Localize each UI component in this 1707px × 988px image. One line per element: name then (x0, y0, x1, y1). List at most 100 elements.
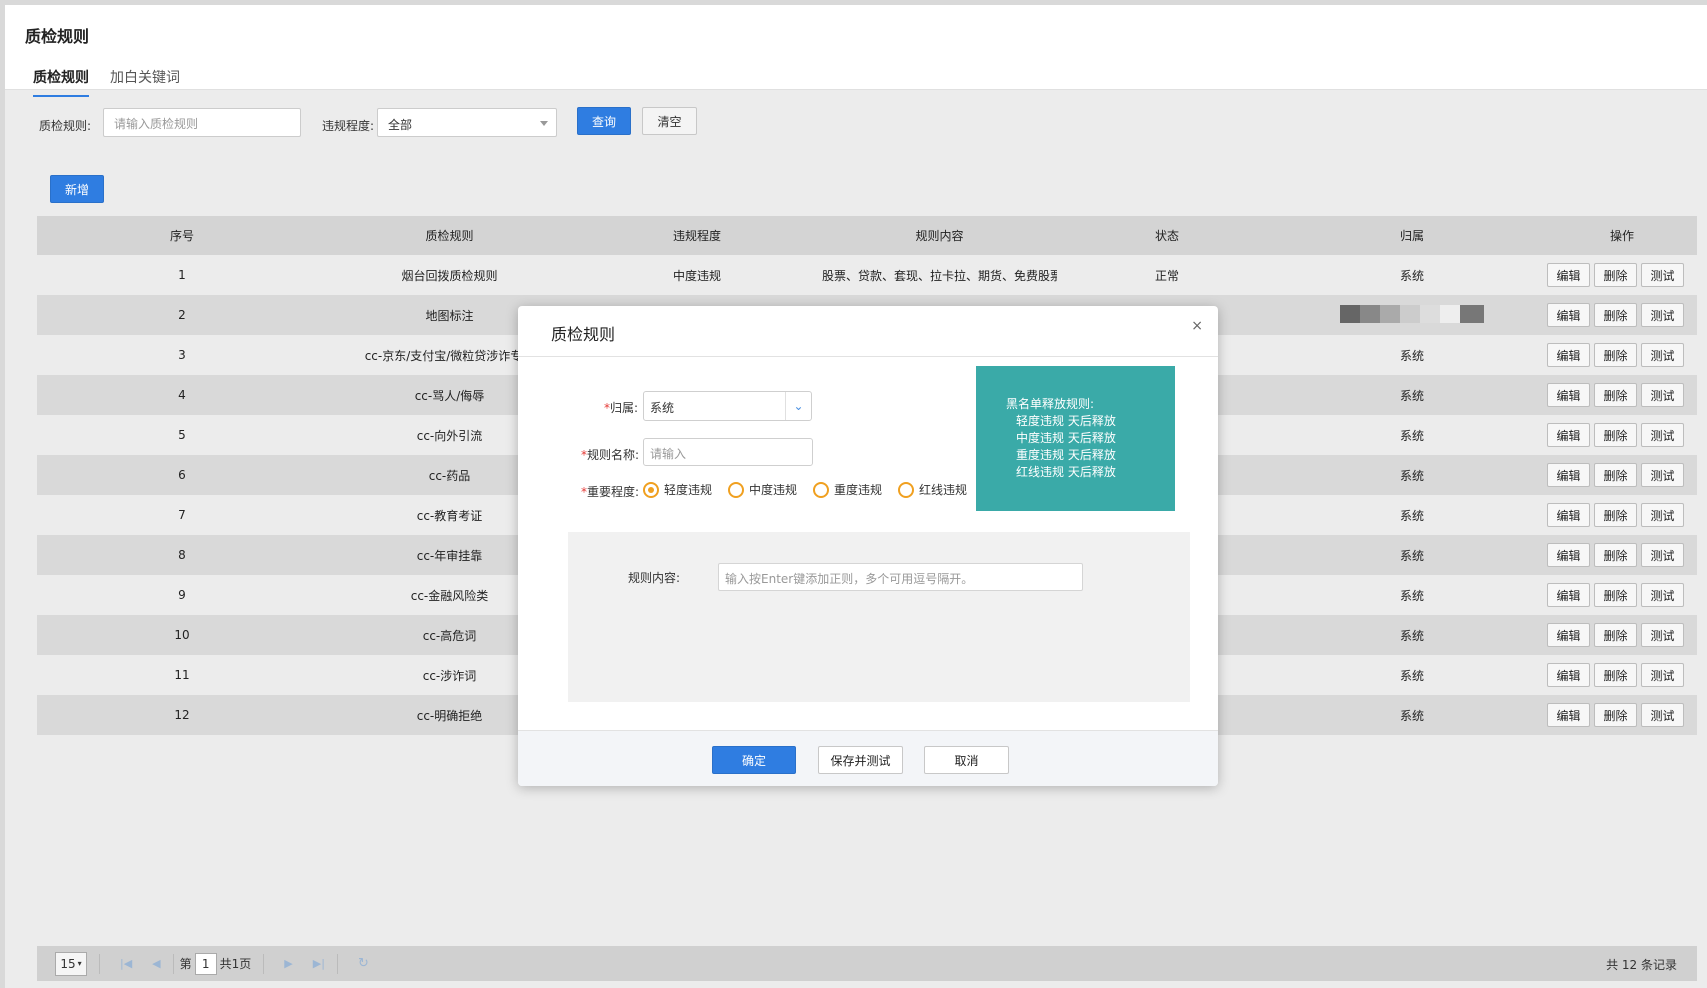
chevron-down-icon: ▾ (77, 959, 82, 968)
level-filter-value: 全部 (388, 118, 413, 132)
rule-name-input[interactable]: 请输入 (643, 438, 813, 466)
test-button[interactable]: 测试 (1641, 383, 1684, 407)
importance-radio-group: 轻度违规 中度违规 重度违规 红线违规 (643, 481, 983, 498)
page-title: 质检规则 (25, 27, 90, 46)
edit-button[interactable]: 编辑 (1547, 383, 1590, 407)
column-header: 质检规则 (425, 229, 474, 243)
edit-button[interactable]: 编辑 (1547, 543, 1590, 567)
dialog-footer: 确定 保存并测试 取消 (518, 730, 1218, 786)
row-actions: 编辑 删除 测试 (1547, 383, 1697, 407)
row-owner: 系统 (1399, 548, 1424, 563)
level-filter-select[interactable]: 全部 (377, 108, 557, 137)
tip-line: 重度违规 天后释放 (1016, 448, 1116, 462)
test-button[interactable]: 测试 (1641, 263, 1684, 287)
edit-button[interactable]: 编辑 (1547, 583, 1590, 607)
tip-line: 轻度违规 天后释放 (1016, 414, 1116, 428)
edit-button[interactable]: 编辑 (1547, 423, 1590, 447)
delete-button[interactable]: 删除 (1594, 343, 1637, 367)
test-button[interactable]: 测试 (1641, 463, 1684, 487)
chevron-down-icon (540, 121, 548, 126)
test-button[interactable]: 测试 (1641, 663, 1684, 687)
delete-button[interactable]: 删除 (1594, 503, 1637, 527)
owner-select[interactable]: 系统 ⌄ (643, 391, 812, 421)
refresh-icon[interactable]: ↻ (358, 956, 369, 971)
close-icon[interactable]: × (1191, 318, 1203, 334)
row-owner: 系统 (1399, 268, 1424, 283)
row-owner: 系统 (1399, 428, 1424, 443)
delete-button[interactable]: 删除 (1594, 703, 1637, 727)
first-page-icon[interactable]: |◀ (120, 957, 132, 970)
delete-button[interactable]: 删除 (1594, 383, 1637, 407)
delete-button[interactable]: 删除 (1594, 303, 1637, 327)
delete-button[interactable]: 删除 (1594, 583, 1637, 607)
tip-title: 黑名单释放规则: (1006, 397, 1095, 411)
next-page-icon[interactable]: ▶ (284, 957, 292, 970)
row-owner: 系统 (1399, 508, 1424, 523)
level-filter-label: 违规程度: (322, 119, 375, 133)
page-size-select[interactable]: 15 ▾ (55, 951, 87, 976)
owner-label: *归属: (603, 401, 638, 415)
row-actions: 编辑 删除 测试 (1547, 303, 1697, 327)
tip-line: 中度违规 天后释放 (1016, 431, 1116, 445)
edit-button[interactable]: 编辑 (1547, 463, 1590, 487)
row-status: 正常 (1154, 268, 1179, 283)
test-button[interactable]: 测试 (1641, 503, 1684, 527)
tab-whitelist-keywords[interactable]: 加白关键词 (110, 67, 180, 95)
page-number-input[interactable]: 1 (194, 952, 217, 975)
radio-redline-violation[interactable]: 红线违规 (898, 481, 967, 498)
test-button[interactable]: 测试 (1641, 583, 1684, 607)
confirm-button[interactable]: 确定 (712, 746, 796, 774)
pagination: 15 ▾ |◀ ◀ 第 1 共1页 ▶ ▶| ↻ 共 12 条记录 (37, 946, 1697, 981)
test-button[interactable]: 测试 (1641, 623, 1684, 647)
prev-page-icon[interactable]: ◀ (152, 957, 160, 970)
page-header: 质检规则 质检规则 加白关键词 (5, 5, 1707, 97)
edit-button[interactable]: 编辑 (1547, 623, 1590, 647)
delete-button[interactable]: 删除 (1594, 263, 1637, 287)
delete-button[interactable]: 删除 (1594, 663, 1637, 687)
test-button[interactable]: 测试 (1641, 343, 1684, 367)
row-actions: 编辑 删除 测试 (1547, 543, 1697, 567)
row-violation-level: 中度违规 (672, 268, 721, 283)
row-rule-content: 股票、贷款、套现、拉卡拉、期货、免费股票、 (822, 268, 1057, 283)
save-and-test-button[interactable]: 保存并测试 (818, 746, 903, 774)
delete-button[interactable]: 删除 (1594, 463, 1637, 487)
edit-button[interactable]: 编辑 (1547, 503, 1590, 527)
row-actions: 编辑 删除 测试 (1547, 583, 1697, 607)
row-actions: 编辑 删除 测试 (1547, 463, 1697, 487)
last-page-icon[interactable]: ▶| (313, 957, 325, 970)
edit-button[interactable]: 编辑 (1547, 263, 1590, 287)
radio-icon (813, 481, 830, 498)
edit-button[interactable]: 编辑 (1547, 303, 1590, 327)
test-button[interactable]: 测试 (1641, 423, 1684, 447)
radio-light-violation[interactable]: 轻度违规 (643, 481, 712, 498)
row-owner-redacted (1277, 304, 1547, 326)
edit-button[interactable]: 编辑 (1547, 663, 1590, 687)
table-row: 1 烟台回拨质检规则 中度违规 股票、贷款、套现、拉卡拉、期货、免费股票、 正常 系统 编辑… (37, 255, 1697, 295)
radio-severe-violation[interactable]: 重度违规 (813, 481, 882, 498)
redacted-block (1340, 304, 1484, 323)
column-header: 序号 (169, 229, 194, 243)
delete-button[interactable]: 删除 (1594, 423, 1637, 447)
test-button[interactable]: 测试 (1641, 543, 1684, 567)
release-rules-tip: 黑名单释放规则: 轻度违规 天后释放 中度违规 天后释放 重度违规 天后释放 红… (976, 366, 1175, 511)
row-owner: 系统 (1399, 628, 1424, 643)
cancel-button[interactable]: 取消 (924, 746, 1009, 774)
rule-content-input[interactable]: 输入按Enter键添加正则，多个可用逗号隔开。 (718, 563, 1083, 591)
delete-button[interactable]: 删除 (1594, 623, 1637, 647)
query-button[interactable]: 查询 (577, 107, 631, 135)
rule-filter-input[interactable]: 请输入质检规则 (103, 108, 301, 137)
column-header: 归属 (1399, 229, 1424, 243)
row-owner: 系统 (1399, 388, 1424, 403)
clear-button[interactable]: 清空 (642, 107, 697, 135)
edit-button[interactable]: 编辑 (1547, 703, 1590, 727)
row-actions: 编辑 删除 测试 (1547, 663, 1697, 687)
edit-button[interactable]: 编辑 (1547, 343, 1590, 367)
row-number: 2 (178, 308, 186, 322)
tab-quality-rules[interactable]: 质检规则 (33, 67, 89, 97)
delete-button[interactable]: 删除 (1594, 543, 1637, 567)
test-button[interactable]: 测试 (1641, 303, 1684, 327)
add-button[interactable]: 新增 (50, 175, 104, 203)
radio-moderate-violation[interactable]: 中度违规 (728, 481, 797, 498)
row-actions: 编辑 删除 测试 (1547, 703, 1697, 727)
test-button[interactable]: 测试 (1641, 703, 1684, 727)
